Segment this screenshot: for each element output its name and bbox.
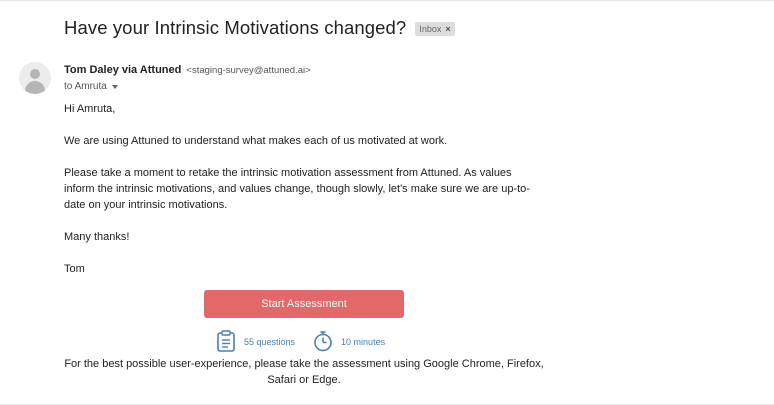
recipient-text: to Amruta xyxy=(64,81,107,92)
sender-line: Tom Daley via Attuned <staging-survey@at… xyxy=(64,64,311,76)
top-divider xyxy=(0,0,774,1)
close-icon[interactable]: × xyxy=(445,24,450,34)
inbox-label[interactable]: Inbox × xyxy=(415,22,455,36)
greeting: Hi Amruta, xyxy=(64,103,116,115)
sender-email: <staging-survey@attuned.ai> xyxy=(186,65,311,76)
avatar-body xyxy=(25,81,45,94)
assessment-meta: 55 questions 10 minutes xyxy=(216,330,385,354)
browser-note: For the best possible user-experience, p… xyxy=(64,358,544,386)
chevron-down-icon[interactable] xyxy=(111,85,118,89)
start-assessment-button[interactable]: Start Assessment xyxy=(204,290,404,318)
paragraph-2: Please take a moment to retake the intri… xyxy=(64,167,530,211)
paragraph-1: We are using Attuned to understand what … xyxy=(64,135,448,147)
duration-meta: 10 minutes xyxy=(313,330,385,354)
sender-avatar xyxy=(19,62,51,94)
sender-name[interactable]: Tom Daley via Attuned xyxy=(64,64,181,76)
avatar-head xyxy=(30,69,40,79)
duration-text: 10 minutes xyxy=(341,337,386,347)
questions-meta: 55 questions xyxy=(216,330,295,354)
clipboard-icon xyxy=(216,330,236,354)
questions-count: 55 questions xyxy=(244,337,296,347)
signature: Tom xyxy=(64,263,85,275)
email-subject: Have your Intrinsic Motivations changed? xyxy=(64,17,407,38)
recipient-line[interactable]: to Amruta xyxy=(64,81,118,92)
subject-row: Have your Intrinsic Motivations changed?… xyxy=(64,17,455,39)
inbox-label-text: Inbox xyxy=(419,24,442,34)
closing: Many thanks! xyxy=(64,231,130,243)
stopwatch-icon xyxy=(313,330,333,354)
